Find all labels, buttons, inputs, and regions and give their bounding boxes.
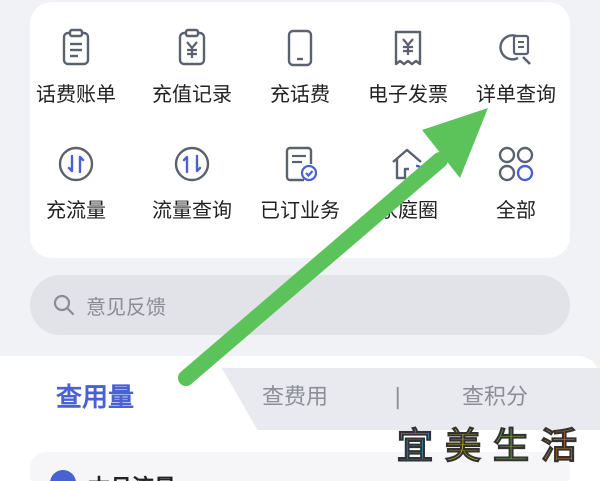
grid-label: 流量查询: [152, 198, 232, 222]
grid-label: 详单查询: [476, 82, 556, 106]
grid-item-invoice[interactable]: 电子发票: [354, 2, 462, 112]
watermark-char: 宜: [396, 426, 433, 468]
grid-label: 充流量: [46, 198, 106, 222]
invoice-icon: [394, 30, 422, 66]
subscribed-icon: [285, 146, 318, 182]
usage-item-title: 本月流量: [88, 470, 176, 481]
bill-icon: [62, 28, 90, 66]
grid-label: 话费账单: [36, 82, 116, 106]
service-grid-card: 话费账单 充值记录 充话费 电子发票 详单查询 充流量 流量查询 已订业务 家庭…: [30, 2, 570, 258]
grid-item-subscribed[interactable]: 已订业务: [246, 118, 354, 228]
watermark-char: 美: [444, 426, 481, 468]
grid-item-all[interactable]: 全部: [462, 118, 570, 228]
recharge-record-icon: [178, 28, 206, 66]
tab-points[interactable]: 查积分: [462, 378, 528, 418]
watermark-logo: 宜 美 生 活: [392, 420, 582, 468]
detail-search-icon: [499, 34, 531, 65]
grid-label: 家庭圈: [378, 198, 438, 222]
grid-item-data-query[interactable]: 流量查询: [138, 118, 246, 228]
grid-label: 电子发票: [368, 82, 448, 106]
data-query-icon: [174, 146, 210, 182]
grid-label: 全部: [496, 198, 536, 222]
grid-item-top-up[interactable]: 充话费: [246, 2, 354, 112]
grid-item-data-recharge[interactable]: 充流量: [22, 118, 130, 228]
search-placeholder: 意见反馈: [86, 294, 166, 319]
search-input[interactable]: 意见反馈: [30, 275, 570, 335]
home-circle-icon: [392, 148, 424, 180]
grid-label: 充值记录: [152, 82, 232, 106]
phone-icon: [287, 29, 313, 67]
grid-item-detail-search[interactable]: 详单查询: [462, 2, 570, 112]
data-recharge-icon: [58, 146, 94, 182]
tab-divider: |: [394, 385, 402, 410]
grid-item-bill[interactable]: 话费账单: [22, 2, 130, 112]
tab-fee[interactable]: 查费用: [262, 378, 328, 418]
all-apps-icon: [498, 146, 534, 182]
search-icon: [53, 294, 75, 316]
grid-label: 充话费: [270, 82, 330, 106]
grid-item-recharge-record[interactable]: 充值记录: [138, 2, 246, 112]
grid-label: 已订业务: [260, 198, 340, 222]
watermark-char: 活: [540, 426, 577, 468]
watermark-char: 生: [492, 426, 529, 468]
tab-usage[interactable]: 查用量: [56, 378, 134, 418]
grid-item-home-circle[interactable]: 家庭圈: [354, 118, 462, 228]
